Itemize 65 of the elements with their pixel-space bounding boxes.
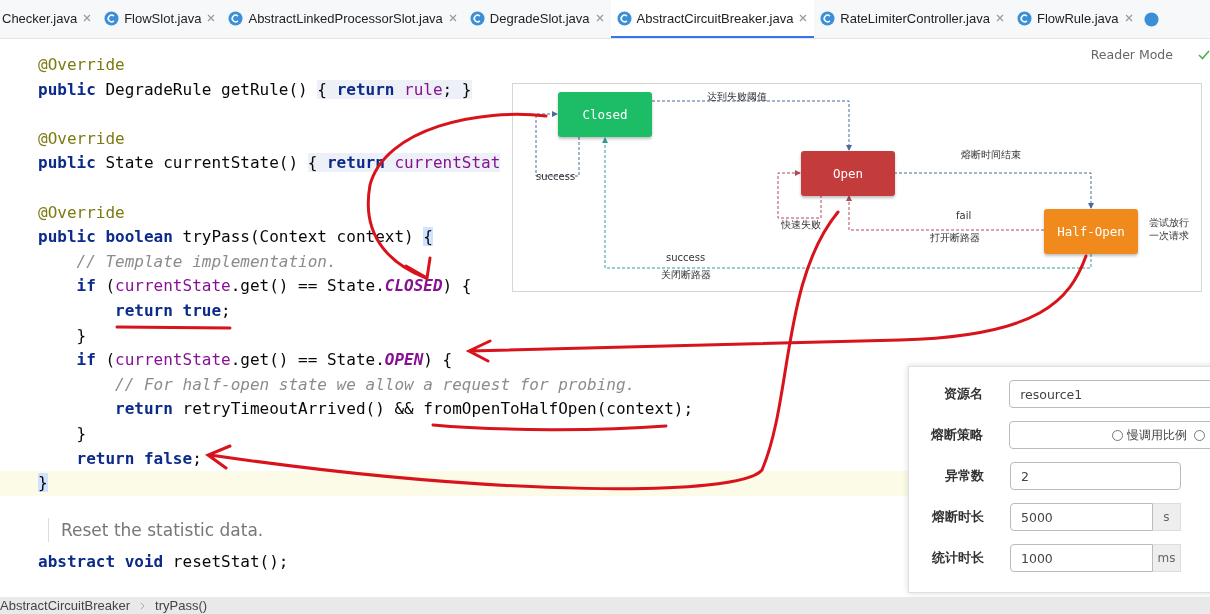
edge-label: success [666,251,706,264]
edge-label: 尝试放行一次请求 [1149,216,1190,242]
edge-label: 熔断时间结束 [961,148,1021,161]
edge-label: 打开断路器 [930,231,980,244]
close-icon[interactable] [594,13,605,23]
class-icon [616,10,632,26]
edge-label: fail [956,209,972,222]
file-tab[interactable]: DegradeSlot.java [463,0,611,38]
edge-label: 达到失败阈值 [707,90,767,103]
field-label: 熔断策略 [929,426,983,444]
class-icon [104,10,120,26]
check-icon [1198,49,1210,61]
edge-label: success [536,170,576,183]
breadcrumb-item[interactable]: AbstractCircuitBreaker [0,598,131,613]
input-field[interactable]: 1000 [1010,544,1153,572]
field-label: 资源名 [943,385,984,403]
class-icon [1016,10,1032,26]
code-line: @Override [38,54,125,76]
close-icon[interactable] [447,13,458,23]
code-line: // Template implementation. [75,250,337,273]
reader-mode-link[interactable]: Reader Mode [1090,47,1173,62]
field-label: 异常数 [944,467,984,485]
file-tab[interactable]: AbstractLinkedProcessorSlot.java [222,0,464,38]
state-node: Half-Open [1044,209,1138,254]
code-line: if (currentState.get() == State.OPEN) { [75,349,453,372]
unit-addon: ms [1153,544,1181,572]
class-icon [228,10,244,26]
code-line: return retryTimeoutArrived() && fromOpenToHalfOpen(context); [114,398,694,421]
input-field[interactable]: 5000 [1010,503,1153,531]
file-tab[interactable]: AbstractCircuitBreaker.java [610,0,815,38]
code-line: return true; [114,299,231,322]
state-node: Closed [558,92,652,137]
class-icon [820,10,836,26]
class-icon [469,10,485,26]
code-line: return false; [75,447,202,470]
edge-label: 关闭断路器 [661,268,711,281]
edge-label: 快速失败 [781,218,821,231]
file-tab[interactable]: RateLimiterController.java [814,0,1011,38]
code-line: public DegradeRule getRule() { return rule; } [38,78,472,101]
doc-comment: Reset the statistic data. [61,519,264,540]
code-line: } [75,422,87,445]
field-label: 熔断时长 [931,508,984,526]
file-tab[interactable]: Checker.java [0,0,99,38]
close-icon[interactable] [82,13,93,23]
close-icon[interactable] [994,13,1005,23]
unit-addon: s [1153,503,1181,531]
radio-label[interactable]: 慢调用比例 [1126,426,1187,444]
file-tab[interactable]: FlowSlot.java [98,0,223,38]
close-icon[interactable] [1123,13,1134,23]
code-line: @Override [38,201,125,224]
input-field[interactable]: 2 [1010,462,1181,490]
code-line: @Override [38,127,125,150]
chevron-icon [140,601,146,610]
code-line: // For half-open state we allow a request for probing. [114,373,636,396]
breadcrumb-item[interactable]: tryPass() [155,598,208,613]
state-node: Open [801,151,895,196]
file-tab[interactable]: FlowRule.java [1010,0,1140,38]
close-icon[interactable] [206,13,217,23]
close-icon[interactable] [798,13,809,23]
field-label: 统计时长 [931,549,984,567]
code-line: if (currentState.get() == State.CLOSED) { [75,275,472,298]
input-field[interactable]: resource1 [1009,380,1210,408]
class-icon [1143,11,1159,27]
code-line: } [75,324,87,347]
code-line: abstract void resetStat(); [38,551,289,571]
